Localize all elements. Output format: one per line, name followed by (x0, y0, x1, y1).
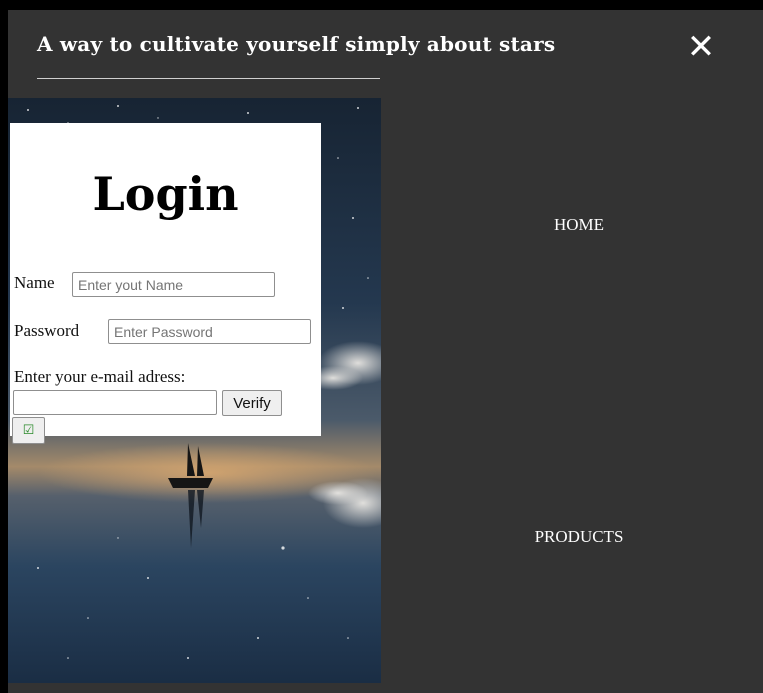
name-input[interactable] (72, 272, 275, 297)
nav-link-home[interactable]: HOME (479, 215, 679, 235)
login-heading: Login (92, 167, 239, 221)
checkbox-icon[interactable]: ☑ (12, 417, 45, 444)
password-input[interactable] (108, 319, 311, 344)
name-label: Name (14, 273, 55, 292)
nav-link-products[interactable]: PRODUCTS (479, 527, 679, 547)
login-form: Login Name Password Enter your e-mail ad… (10, 123, 321, 444)
close-icon[interactable]: ✕ (686, 30, 716, 64)
title-underline (37, 78, 380, 79)
verify-button[interactable]: Verify (222, 390, 282, 416)
password-label: Password (14, 321, 80, 340)
email-label: Enter your e-mail adress: (14, 367, 186, 386)
email-input[interactable] (13, 390, 217, 415)
page-title: A way to cultivate yourself simply about… (37, 32, 556, 56)
